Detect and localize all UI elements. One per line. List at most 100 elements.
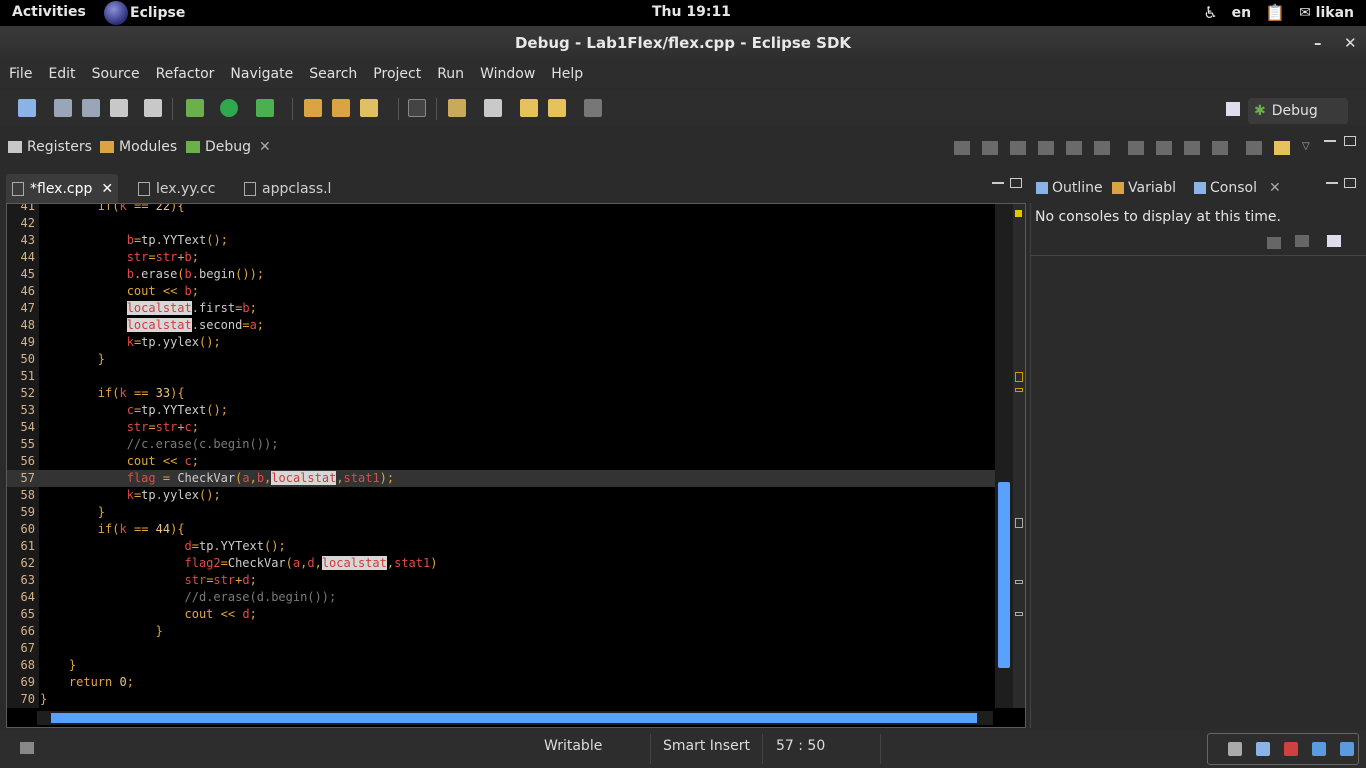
code-line[interactable]: 57 flag = CheckVar(a,b,localstat,stat1);: [7, 470, 995, 487]
menu-refactor[interactable]: Refactor: [156, 66, 215, 82]
line-text[interactable]: return 0;: [40, 674, 134, 691]
tab-flex-cpp[interactable]: *flex.cpp ✕: [6, 174, 118, 204]
tab-debug[interactable]: Debug ✕: [186, 139, 271, 155]
menu-source[interactable]: Source: [92, 66, 140, 82]
code-line[interactable]: 43 b=tp.YYText();: [7, 232, 995, 249]
line-text[interactable]: cout << d;: [40, 606, 257, 623]
line-text[interactable]: str=str+d;: [40, 572, 257, 589]
line-text[interactable]: }: [40, 691, 47, 708]
code-line[interactable]: 63 str=str+d;: [7, 572, 995, 589]
forward-icon[interactable]: [584, 99, 602, 117]
vertical-scrollbar[interactable]: [995, 204, 1013, 708]
line-text[interactable]: str=str+b;: [40, 249, 199, 266]
line-text[interactable]: }: [40, 657, 76, 674]
step-into-icon[interactable]: [1128, 141, 1144, 155]
code-line[interactable]: 48 localstat.second=a;: [7, 317, 995, 334]
menu-project[interactable]: Project: [373, 66, 421, 82]
display-console-icon[interactable]: [1295, 235, 1309, 247]
code-line[interactable]: 54 str=str+c;: [7, 419, 995, 436]
line-text[interactable]: b=tp.YYText();: [40, 232, 228, 249]
code-line[interactable]: 45 b.erase(b.begin());: [7, 266, 995, 283]
line-text[interactable]: if(k == 33){: [40, 385, 185, 402]
line-text[interactable]: }: [40, 351, 105, 368]
code-line[interactable]: 52 if(k == 33){: [7, 385, 995, 402]
maximize-view-icon[interactable]: [1344, 178, 1356, 188]
code-area[interactable]: 41 if(k == 22){42 43 b=tp.YYText(); 44 str…: [7, 204, 995, 708]
code-line[interactable]: 56 cout << c;: [7, 453, 995, 470]
code-line[interactable]: 58 k=tp.yylex();: [7, 487, 995, 504]
code-line[interactable]: 65 cout << d;: [7, 606, 995, 623]
overview-marker[interactable]: [1015, 612, 1023, 616]
build-icon[interactable]: [144, 99, 162, 117]
terminate-icon[interactable]: [1066, 141, 1082, 155]
tray-icon[interactable]: [1228, 742, 1242, 756]
menu-edit[interactable]: Edit: [48, 66, 75, 82]
drop-to-frame-icon[interactable]: [1212, 141, 1228, 155]
tab-modules[interactable]: Modules: [100, 139, 177, 155]
line-text[interactable]: k=tp.yylex();: [40, 487, 221, 504]
code-line[interactable]: 49 k=tp.yylex();: [7, 334, 995, 351]
line-text[interactable]: b.erase(b.begin());: [40, 266, 264, 283]
minimize-view-icon[interactable]: [1324, 140, 1336, 142]
instruction-stepping-icon[interactable]: [1274, 141, 1290, 155]
horizontal-scroll-thumb[interactable]: [51, 713, 977, 723]
save-all-icon[interactable]: [82, 99, 100, 117]
overview-marker[interactable]: [1015, 372, 1023, 382]
close-window-button[interactable]: ✕: [1344, 26, 1357, 60]
line-text[interactable]: flag = CheckVar(a,b,localstat,stat1);: [40, 470, 394, 487]
tab-variables[interactable]: Variabl: [1112, 180, 1176, 196]
code-line[interactable]: 53 c=tp.YYText();: [7, 402, 995, 419]
tray-icon[interactable]: [1312, 742, 1326, 756]
open-element-icon[interactable]: [332, 99, 350, 117]
step-return-icon[interactable]: [1184, 141, 1200, 155]
highlight-icon[interactable]: [408, 99, 426, 117]
external-tools-icon[interactable]: [256, 99, 274, 117]
vertical-scroll-thumb[interactable]: [998, 482, 1010, 668]
last-edit-icon[interactable]: [520, 99, 538, 117]
code-line[interactable]: 64 //d.erase(d.begin());: [7, 589, 995, 606]
app-menu[interactable]: Eclipse: [104, 1, 185, 25]
line-text[interactable]: }: [40, 623, 163, 640]
activities-button[interactable]: Activities: [12, 4, 86, 20]
code-line[interactable]: 66 }: [7, 623, 995, 640]
maximize-editor-icon[interactable]: [1010, 178, 1022, 188]
run-icon[interactable]: [220, 99, 238, 117]
prev-annotation-icon[interactable]: [484, 99, 502, 117]
menu-navigate[interactable]: Navigate: [230, 66, 293, 82]
pin-console-icon[interactable]: [1267, 237, 1281, 249]
view-menu-icon[interactable]: ▽: [1302, 141, 1318, 155]
line-text[interactable]: }: [40, 504, 105, 521]
line-text[interactable]: cout << c;: [40, 453, 199, 470]
maximize-view-icon[interactable]: [1344, 136, 1356, 146]
code-line[interactable]: 51: [7, 368, 995, 385]
close-icon[interactable]: ✕: [259, 139, 271, 155]
clock[interactable]: Thu 19:11: [652, 4, 731, 20]
code-line[interactable]: 61 d=tp.YYText();: [7, 538, 995, 555]
tab-outline[interactable]: Outline: [1036, 180, 1103, 196]
menu-run[interactable]: Run: [437, 66, 464, 82]
tab-lex-yy-cc[interactable]: lex.yy.cc: [132, 174, 215, 204]
menu-help[interactable]: Help: [551, 66, 583, 82]
disconnect-icon[interactable]: [1094, 141, 1110, 155]
fast-view-icon[interactable]: [20, 742, 34, 754]
new-icon[interactable]: [18, 99, 36, 117]
code-line[interactable]: 42: [7, 215, 995, 232]
close-icon[interactable]: ✕: [101, 181, 113, 197]
search-icon[interactable]: [360, 99, 378, 117]
line-text[interactable]: //c.erase(c.begin());: [40, 436, 279, 453]
line-text[interactable]: //d.erase(d.begin());: [40, 589, 336, 606]
step-over-icon[interactable]: [1156, 141, 1172, 155]
tab-console[interactable]: Consol ✕: [1194, 180, 1281, 196]
code-editor[interactable]: 41 if(k == 22){42 43 b=tp.YYText(); 44 str…: [6, 203, 1026, 728]
tray-icon[interactable]: [1256, 742, 1270, 756]
code-line[interactable]: 69 return 0;: [7, 674, 995, 691]
line-text[interactable]: flag2=CheckVar(a,d,localstat,stat1): [40, 555, 437, 572]
back-icon[interactable]: [548, 99, 566, 117]
line-text[interactable]: k=tp.yylex();: [40, 334, 221, 351]
line-text[interactable]: localstat.second=a;: [40, 317, 264, 334]
user-menu[interactable]: ✉ likan: [1299, 5, 1354, 21]
menu-window[interactable]: Window: [480, 66, 535, 82]
open-type-icon[interactable]: [304, 99, 322, 117]
line-text[interactable]: str=str+c;: [40, 419, 199, 436]
minimize-editor-icon[interactable]: [992, 182, 1004, 184]
